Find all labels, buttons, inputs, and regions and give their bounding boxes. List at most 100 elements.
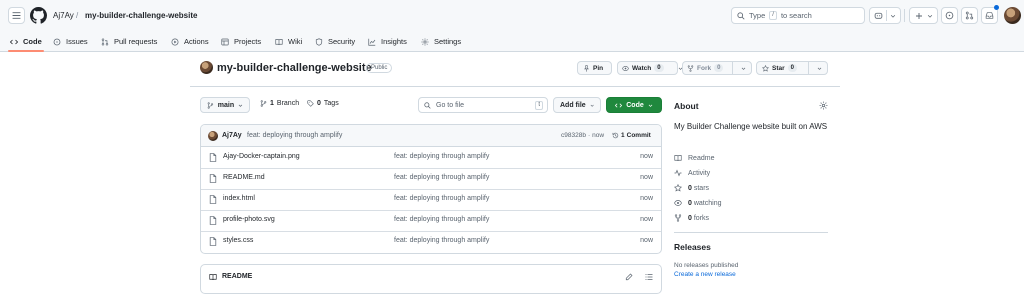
commit-author-avatar[interactable]	[208, 131, 218, 141]
stars-link[interactable]: 0 stars	[674, 184, 709, 192]
graph-icon	[368, 38, 376, 46]
owner-link[interactable]: Aj7Ay	[53, 10, 74, 21]
forks-link[interactable]: 0 forks	[674, 214, 709, 222]
add-file-button[interactable]: Add file	[553, 97, 601, 113]
repo-title[interactable]: my-builder-challenge-website	[217, 61, 372, 75]
file-row[interactable]: styles.css feat: deploying through ampli…	[201, 231, 661, 253]
tab-issues[interactable]: Issues	[53, 31, 88, 52]
tab-insights[interactable]: Insights	[368, 31, 407, 52]
forks-count: 0	[688, 214, 692, 222]
watching-label: watching	[693, 199, 722, 207]
latest-commit-bar: Aj7Ay feat: deploying through amplify c9…	[201, 125, 661, 147]
branch-select[interactable]: main	[200, 97, 250, 113]
commit-message[interactable]: feat: deploying through amplify	[247, 132, 342, 139]
file-row[interactable]: Ajay-Docker-captain.png feat: deploying …	[201, 147, 661, 169]
tab-projects[interactable]: Projects	[221, 31, 261, 52]
issue-icon	[53, 38, 61, 45]
file-row[interactable]: README.md feat: deploying through amplif…	[201, 168, 661, 190]
search-input[interactable]: Type / to search	[731, 7, 865, 24]
go-to-file-placeholder: Go to file	[436, 101, 465, 109]
search-icon	[737, 11, 745, 20]
repo-link[interactable]: my-builder-challenge-website	[85, 10, 197, 21]
file-list: Aj7Ay feat: deploying through amplify c9…	[200, 124, 662, 254]
menu-button[interactable]	[8, 7, 25, 24]
watch-button[interactable]: Watch 0	[617, 61, 682, 75]
gear-icon[interactable]	[819, 101, 828, 110]
notification-dot	[994, 5, 999, 10]
file-name[interactable]: styles.css	[223, 237, 253, 244]
fork-dropdown[interactable]	[736, 66, 751, 71]
search-icon	[424, 101, 431, 109]
create-release-link[interactable]: Create a new release	[674, 271, 736, 278]
file-name[interactable]: profile-photo.svg	[223, 216, 275, 223]
file-commit-time: now	[640, 174, 653, 181]
file-commit-message[interactable]: feat: deploying through amplify	[394, 216, 489, 223]
tab-label: Actions	[184, 37, 209, 46]
create-new-button[interactable]	[909, 7, 938, 24]
fork-label: Fork	[697, 64, 712, 72]
file-icon	[209, 195, 217, 204]
pin-label: Pin	[593, 64, 604, 72]
chevron-down-icon	[590, 104, 594, 107]
star-dropdown[interactable]	[812, 66, 827, 71]
search-prefix: Type	[749, 11, 766, 20]
file-row[interactable]: profile-photo.svg feat: deploying throug…	[201, 210, 661, 232]
header-divider	[904, 9, 905, 22]
forks-label: forks	[693, 214, 710, 222]
fork-icon	[687, 64, 694, 72]
tab-pull-requests[interactable]: Pull requests	[101, 31, 157, 52]
releases-title[interactable]: Releases	[674, 242, 711, 252]
file-name[interactable]: index.html	[223, 195, 255, 202]
eye-icon	[674, 200, 682, 206]
repo-header: my-builder-challenge-website Public Pin …	[200, 59, 828, 77]
pull-requests-button[interactable]	[961, 7, 978, 24]
about-description: My Builder Challenge website built on AW…	[674, 122, 828, 131]
star-count: 0	[787, 64, 797, 72]
tab-label: Settings	[434, 37, 462, 46]
star-label: Star	[772, 64, 785, 72]
branch-name: main	[217, 101, 235, 109]
commit-sha[interactable]: c98328b	[561, 132, 586, 139]
book-icon	[275, 38, 283, 45]
file-commit-message[interactable]: feat: deploying through amplify	[394, 174, 489, 181]
readme-title[interactable]: README	[222, 273, 252, 280]
fork-button[interactable]: Fork 0	[682, 61, 752, 75]
file-name[interactable]: README.md	[223, 174, 265, 181]
commits-link[interactable]: 1 Commit	[612, 132, 651, 139]
about-title: About	[674, 101, 699, 111]
code-button[interactable]: Code	[606, 97, 662, 113]
branches-link[interactable]: 1 Branch	[260, 100, 299, 107]
file-icon	[209, 216, 217, 225]
owner-avatar[interactable]	[200, 61, 213, 74]
tab-code[interactable]: Code	[8, 31, 44, 52]
activity-link[interactable]: Activity	[674, 169, 710, 177]
file-commit-message[interactable]: feat: deploying through amplify	[394, 195, 489, 202]
pin-button[interactable]: Pin	[577, 61, 612, 75]
go-to-file-input[interactable]: Go to file t	[418, 97, 548, 113]
search-shortcut: /	[769, 11, 777, 20]
issues-button[interactable]	[941, 7, 958, 24]
file-row[interactable]: index.html feat: deploying through ampli…	[201, 189, 661, 211]
tags-link[interactable]: 0 Tags	[307, 100, 339, 107]
eye-icon	[622, 65, 629, 71]
github-logo[interactable]	[30, 7, 47, 24]
tab-wiki[interactable]: Wiki	[275, 31, 302, 52]
tab-security[interactable]: Security	[315, 31, 355, 52]
file-name[interactable]: Ajay-Docker-captain.png	[223, 153, 300, 160]
pull-request-icon	[965, 11, 974, 20]
tab-settings[interactable]: Settings	[421, 31, 461, 52]
user-avatar[interactable]	[1004, 7, 1021, 24]
copilot-button[interactable]	[869, 7, 901, 24]
file-commit-message[interactable]: feat: deploying through amplify	[394, 153, 489, 160]
commit-author[interactable]: Aj7Ay	[222, 132, 242, 139]
star-button[interactable]: Star 0	[756, 61, 828, 75]
file-commit-message[interactable]: feat: deploying through amplify	[394, 237, 489, 244]
watching-link[interactable]: 0 watching	[674, 199, 722, 207]
star-icon	[762, 64, 769, 72]
code-icon	[10, 39, 18, 44]
pencil-icon[interactable]	[625, 273, 633, 281]
readme-link[interactable]: Readme	[674, 154, 714, 162]
tab-actions[interactable]: Actions	[171, 31, 209, 52]
list-icon[interactable]	[645, 273, 653, 281]
fork-count: 0	[714, 64, 724, 72]
